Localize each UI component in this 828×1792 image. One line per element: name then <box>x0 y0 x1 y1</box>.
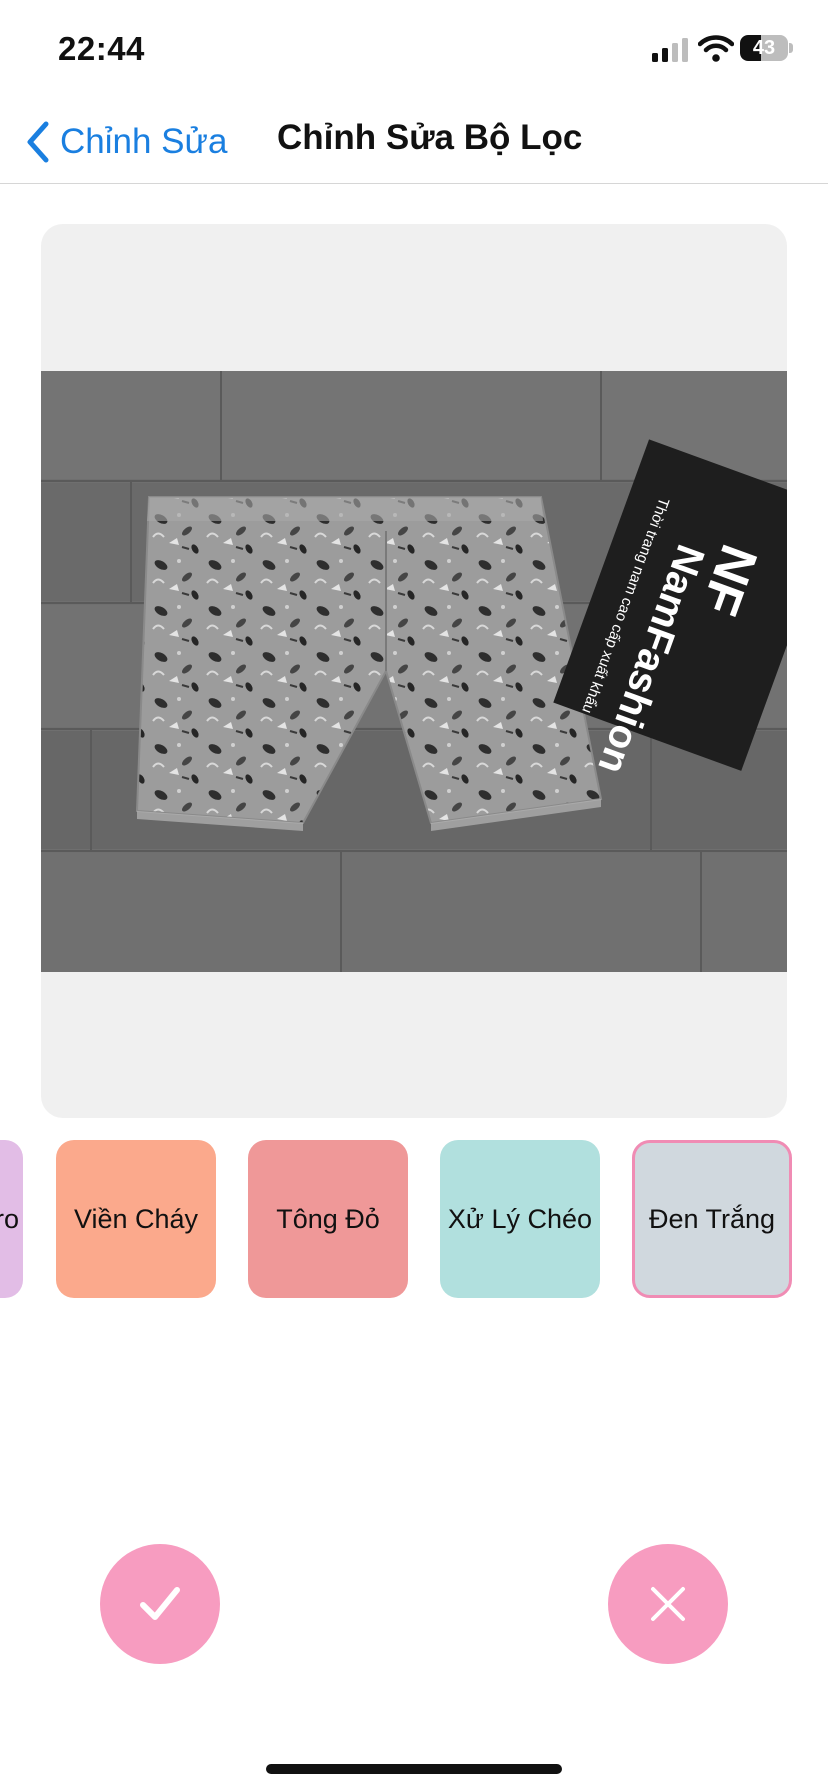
product-photo: NamFashion Thời trang nam cao cấp xuất k… <box>41 371 787 972</box>
filter-option-tong-do[interactable]: Tông Đỏ <box>248 1140 408 1298</box>
navigation-bar: Chỉnh Sửa Chỉnh Sửa Bộ Lọc <box>0 100 828 184</box>
wifi-icon <box>698 35 734 62</box>
filter-label: Viền Cháy <box>73 1203 199 1234</box>
home-indicator <box>266 1764 562 1774</box>
close-icon <box>651 1587 685 1621</box>
battery-level: 43 <box>752 37 776 59</box>
cellular-signal-icon <box>652 38 688 62</box>
status-bar: 22:44 43 <box>0 0 828 100</box>
filter-option-den-trang[interactable]: Đen Trắng <box>632 1140 792 1298</box>
filter-option[interactable]: ro <box>0 1140 23 1298</box>
page-title: Chỉnh Sửa Bộ Lọc <box>277 118 583 157</box>
back-button[interactable]: Chỉnh Sửa <box>24 114 227 170</box>
filter-option-vien-chay[interactable]: Viền Cháy <box>56 1140 216 1298</box>
back-label: Chỉnh Sửa <box>60 122 228 161</box>
filter-label: Tông Đỏ <box>276 1203 380 1234</box>
filter-list: ro Viền Cháy Tông Đỏ Xử Lý Chéo Đen Trắn… <box>0 1138 828 1300</box>
confirm-button[interactable] <box>100 1544 220 1664</box>
filter-option-xu-ly-cheo[interactable]: Xử Lý Chéo <box>440 1140 600 1298</box>
chevron-left-icon <box>27 121 49 163</box>
photo-preview: NamFashion Thời trang nam cao cấp xuất k… <box>41 224 787 1118</box>
checkmark-icon <box>140 1587 180 1620</box>
filter-label: Xử Lý Chéo <box>447 1203 593 1234</box>
battery-icon: 43 <box>740 35 793 61</box>
status-time: 22:44 <box>58 30 145 67</box>
filter-label: Đen Trắng <box>648 1203 776 1234</box>
cancel-button[interactable] <box>608 1544 728 1664</box>
filter-label: ro <box>0 1203 19 1234</box>
